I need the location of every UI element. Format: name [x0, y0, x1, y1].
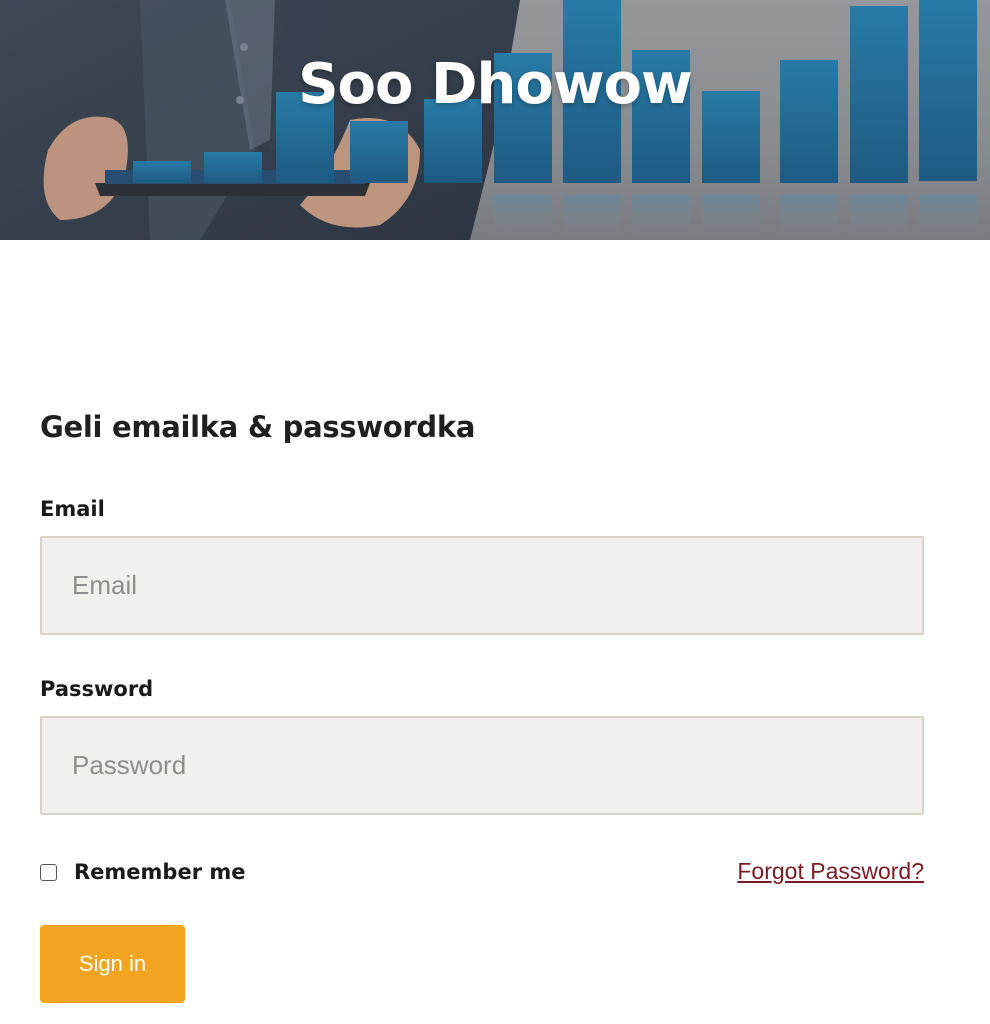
- email-field[interactable]: [40, 536, 924, 635]
- forgot-password-link[interactable]: Forgot Password?: [737, 858, 924, 885]
- remember-row: Remember me Forgot Password?: [40, 854, 924, 890]
- password-label: Password: [40, 677, 154, 701]
- remember-me-label: Remember me: [74, 860, 246, 884]
- email-label: Email: [40, 497, 105, 521]
- form-heading: Geli emailka & passwordka: [40, 410, 476, 444]
- login-form: Geli emailka & passwordka Email Password…: [40, 410, 924, 1003]
- sign-in-button[interactable]: Sign in: [40, 925, 185, 1003]
- remember-me[interactable]: Remember me: [40, 854, 246, 890]
- hero-banner: Soo Dhowow: [0, 0, 990, 240]
- page-title: Soo Dhowow: [298, 52, 693, 117]
- business-chart-image: [0, 0, 990, 240]
- password-field[interactable]: [40, 716, 924, 815]
- remember-me-checkbox[interactable]: [40, 863, 57, 881]
